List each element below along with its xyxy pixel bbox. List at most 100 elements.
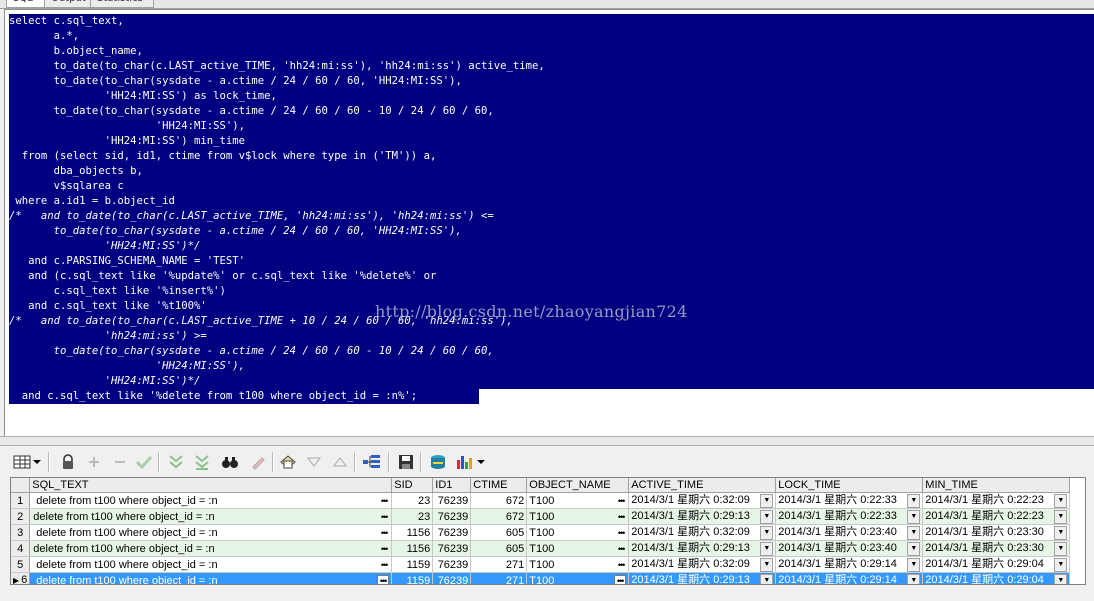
cell-sid[interactable]: 23 bbox=[391, 492, 434, 509]
grid-menu-chevron-down-icon[interactable] bbox=[32, 451, 42, 473]
chevron-down-icon[interactable]: ▼ bbox=[907, 526, 921, 540]
cell-id1[interactable]: 76239 bbox=[432, 556, 472, 573]
sort-desc-icon[interactable] bbox=[304, 451, 324, 473]
chevron-down-icon[interactable]: ▼ bbox=[907, 510, 921, 524]
cell-object-name[interactable]: ••• T100 bbox=[526, 540, 630, 557]
cell-min-time[interactable]: ▼ 2014/3/1 星期六 0:29:04 bbox=[922, 572, 1071, 584]
cell-min-time[interactable]: ▼ 2014/3/1 星期六 0:22:23 bbox=[922, 508, 1071, 525]
cell-ctime[interactable]: 605 bbox=[470, 540, 528, 557]
chevron-down-icon[interactable]: ▼ bbox=[760, 526, 774, 540]
cell-sid[interactable]: 1159 bbox=[391, 556, 434, 573]
chevron-down-icon[interactable]: ▼ bbox=[1054, 510, 1068, 524]
ellipsis-button[interactable]: ••• bbox=[379, 526, 389, 540]
column-header-ctime[interactable]: CTIME bbox=[470, 478, 528, 493]
chevron-down-icon[interactable]: ▼ bbox=[907, 574, 921, 584]
cell-active-time[interactable]: ▼ 2014/3/1 星期六 0:32:09 bbox=[628, 524, 777, 541]
table-row[interactable]: 2 ••• delete from t100 where object_id = :… bbox=[11, 508, 1071, 525]
cell-min-time[interactable]: ▼ 2014/3/1 星期六 0:22:23 bbox=[922, 492, 1071, 509]
chevron-down-icon[interactable]: ▼ bbox=[1054, 526, 1068, 540]
ellipsis-button[interactable]: ••• bbox=[379, 494, 389, 508]
cell-lock-time[interactable]: ▼ 2014/3/1 星期六 0:23:40 bbox=[775, 524, 924, 541]
ellipsis-button[interactable]: ••• bbox=[379, 510, 389, 524]
cell-id1[interactable]: 76239 bbox=[432, 524, 472, 541]
ellipsis-button[interactable]: ••• bbox=[376, 574, 390, 584]
chart-menu-chevron-down-icon[interactable] bbox=[476, 451, 486, 473]
clear-icon[interactable] bbox=[248, 451, 268, 473]
chevron-down-icon[interactable]: ▼ bbox=[1054, 494, 1068, 508]
export-icon[interactable] bbox=[428, 451, 448, 473]
cell-sql-text[interactable]: ••• delete from t100 where object_id = :n bbox=[29, 492, 393, 509]
row-number[interactable]: 5 bbox=[11, 556, 31, 573]
cell-id1[interactable]: 76239 bbox=[432, 572, 472, 584]
row-number[interactable]: 2 bbox=[11, 508, 31, 525]
cell-min-time[interactable]: ▼ 2014/3/1 星期六 0:23:30 bbox=[922, 540, 1071, 557]
cell-lock-time[interactable]: ▼ 2014/3/1 星期六 0:29:14 bbox=[775, 572, 924, 584]
cell-object-name[interactable]: ••• T100 bbox=[526, 572, 630, 584]
column-header-sql-text[interactable]: SQL_TEXT bbox=[29, 478, 393, 493]
save-icon[interactable] bbox=[396, 451, 416, 473]
cell-sql-text[interactable]: ••• delete from t100 where object_id = :n bbox=[29, 540, 393, 557]
cell-sid[interactable]: 1156 bbox=[391, 540, 434, 557]
chevron-down-icon[interactable]: ▼ bbox=[760, 574, 774, 584]
ellipsis-button[interactable]: ••• bbox=[616, 510, 626, 524]
ellipsis-button[interactable]: ••• bbox=[616, 494, 626, 508]
chart-icon[interactable] bbox=[454, 451, 474, 473]
column-header-lock-time[interactable]: LOCK_TIME bbox=[775, 478, 924, 493]
table-row[interactable]: 3 ••• delete from t100 where object_id = :… bbox=[11, 524, 1071, 541]
cell-sql-text[interactable]: ••• delete from t100 where object_id = :n bbox=[29, 572, 393, 584]
sort-asc-icon[interactable] bbox=[330, 451, 350, 473]
remove-icon[interactable] bbox=[110, 451, 130, 473]
ellipsis-button[interactable]: ••• bbox=[379, 558, 389, 572]
cell-sid[interactable]: 1156 bbox=[391, 524, 434, 541]
cell-active-time[interactable]: ▼ 2014/3/1 星期六 0:29:13 bbox=[628, 572, 777, 584]
cell-lock-time[interactable]: ▼ 2014/3/1 星期六 0:22:33 bbox=[775, 492, 924, 509]
fetch-next-icon[interactable] bbox=[166, 451, 186, 473]
cell-object-name[interactable]: ••• T100 bbox=[526, 556, 630, 573]
cell-ctime[interactable]: 271 bbox=[470, 556, 528, 573]
cell-ctime[interactable]: 672 bbox=[470, 492, 528, 509]
chevron-down-icon[interactable]: ▼ bbox=[760, 542, 774, 556]
cell-sid[interactable]: 1159 bbox=[391, 572, 434, 584]
chevron-down-icon[interactable]: ▼ bbox=[760, 558, 774, 572]
cell-active-time[interactable]: ▼ 2014/3/1 星期六 0:32:09 bbox=[628, 556, 777, 573]
chevron-down-icon[interactable]: ▼ bbox=[1054, 558, 1068, 572]
column-header-min-time[interactable]: MIN_TIME bbox=[922, 478, 1071, 493]
check-icon[interactable] bbox=[134, 451, 154, 473]
grid-icon[interactable] bbox=[12, 451, 32, 473]
table-row[interactable]: 1 ••• delete from t100 where object_id = :… bbox=[11, 492, 1071, 509]
cell-active-time[interactable]: ▼ 2014/3/1 星期六 0:32:09 bbox=[628, 492, 777, 509]
cell-active-time[interactable]: ▼ 2014/3/1 星期六 0:29:13 bbox=[628, 540, 777, 557]
sql-editor[interactable]: select c.sql_text, a.*, b.object_name, t… bbox=[4, 9, 1094, 436]
ellipsis-button[interactable]: ••• bbox=[616, 542, 626, 556]
column-header-sid[interactable]: SID bbox=[391, 478, 434, 493]
lock-icon[interactable] bbox=[58, 451, 78, 473]
column-header-object-name[interactable]: OBJECT_NAME bbox=[526, 478, 630, 493]
cell-active-time[interactable]: ▼ 2014/3/1 星期六 0:29:13 bbox=[628, 508, 777, 525]
ellipsis-button[interactable]: ••• bbox=[379, 542, 389, 556]
find-icon[interactable] bbox=[220, 451, 240, 473]
table-row[interactable]: 5 ••• delete from t100 where object_id = :… bbox=[11, 556, 1071, 573]
table-row[interactable]: ▶ 6 ••• delete from t100 where object_id = … bbox=[11, 572, 1071, 584]
cell-sql-text[interactable]: ••• delete from t100 where object_id = :n bbox=[29, 524, 393, 541]
cell-ctime[interactable]: 605 bbox=[470, 524, 528, 541]
pane-splitter[interactable] bbox=[0, 436, 1094, 446]
results-grid[interactable]: SQL_TEXT SID ID1 CTIME OBJECT_NAME ACTIV… bbox=[10, 477, 1086, 585]
ellipsis-button[interactable]: ••• bbox=[616, 526, 626, 540]
cell-lock-time[interactable]: ▼ 2014/3/1 星期六 0:22:33 bbox=[775, 508, 924, 525]
tab-output[interactable]: Output bbox=[44, 0, 92, 8]
tab-sql[interactable]: SQL bbox=[6, 0, 46, 8]
cell-ctime[interactable]: 672 bbox=[470, 508, 528, 525]
cell-min-time[interactable]: ▼ 2014/3/1 星期六 0:23:30 bbox=[922, 524, 1071, 541]
cell-id1[interactable]: 76239 bbox=[432, 492, 472, 509]
tab-statistics[interactable]: Statistics bbox=[90, 0, 154, 8]
cell-ctime[interactable]: 271 bbox=[470, 572, 528, 584]
fetch-all-icon[interactable] bbox=[192, 451, 212, 473]
cell-sid[interactable]: 23 bbox=[391, 508, 434, 525]
chevron-down-icon[interactable]: ▼ bbox=[907, 494, 921, 508]
cell-object-name[interactable]: ••• T100 bbox=[526, 492, 630, 509]
cell-sql-text[interactable]: ••• delete from t100 where object_id = :n bbox=[29, 508, 393, 525]
sql-code[interactable]: select c.sql_text, a.*, b.object_name, t… bbox=[9, 14, 545, 404]
ellipsis-button[interactable]: ••• bbox=[613, 574, 627, 584]
chevron-down-icon[interactable]: ▼ bbox=[907, 542, 921, 556]
add-icon[interactable] bbox=[84, 451, 104, 473]
